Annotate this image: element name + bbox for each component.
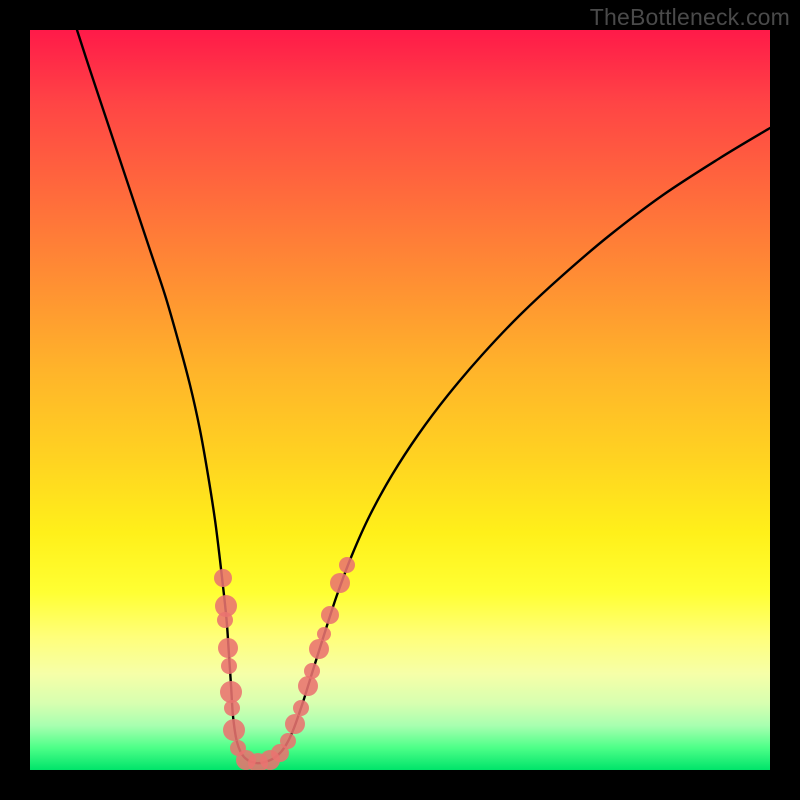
scatter-dot bbox=[285, 714, 305, 734]
scatter-dot bbox=[221, 658, 237, 674]
scatter-dot bbox=[280, 733, 296, 749]
scatter-dot bbox=[339, 557, 355, 573]
scatter-dot bbox=[218, 638, 238, 658]
scatter-dot bbox=[224, 700, 240, 716]
chart-frame: TheBottleneck.com bbox=[0, 0, 800, 800]
scatter-dot bbox=[317, 627, 331, 641]
bottleneck-curve bbox=[77, 30, 770, 763]
scatter-dot bbox=[217, 612, 233, 628]
watermark-text: TheBottleneck.com bbox=[590, 4, 790, 31]
scatter-dot bbox=[321, 606, 339, 624]
chart-svg bbox=[30, 30, 770, 770]
scatter-dot bbox=[223, 719, 245, 741]
scatter-dot bbox=[214, 569, 232, 587]
scatter-dot bbox=[304, 663, 320, 679]
scatter-dot bbox=[293, 700, 309, 716]
plot-area bbox=[30, 30, 770, 770]
scatter-dot bbox=[309, 639, 329, 659]
scatter-dot bbox=[220, 681, 242, 703]
scatter-dots bbox=[214, 557, 355, 770]
scatter-dot bbox=[298, 676, 318, 696]
scatter-dot bbox=[330, 573, 350, 593]
